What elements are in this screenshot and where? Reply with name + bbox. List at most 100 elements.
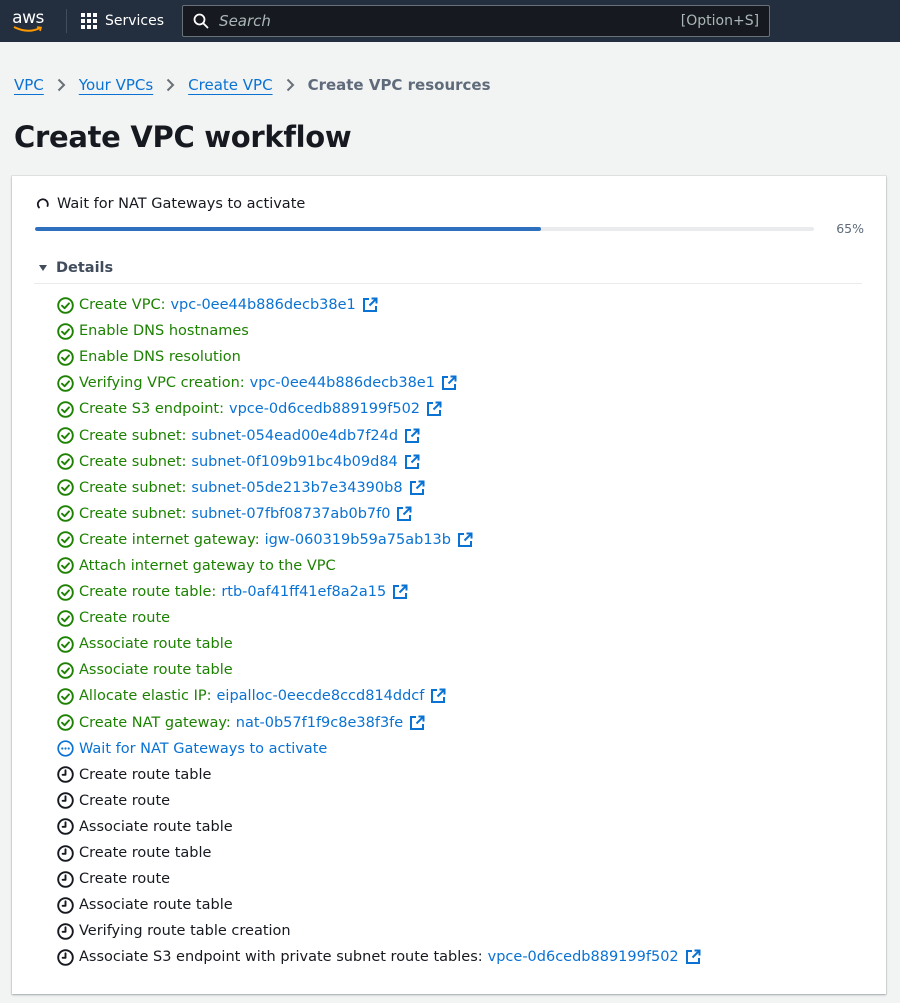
status-success-icon [56,453,74,471]
external-link-icon[interactable] [409,715,425,731]
spinner-icon [36,198,49,209]
workflow-step: Wait for NAT Gateways to activate [56,736,701,762]
workflow-step: Create subnet: subnet-0f109b91bc4b09d84 [56,449,701,475]
workflow-step: Verifying route table creation [56,918,701,944]
resource-id-link[interactable]: vpce-0d6cedb889199f502 [488,949,679,965]
workflow-step: Create NAT gateway: nat-0b57f1f9c8e38f3fe [56,710,701,736]
workflow-step: Attach internet gateway to the VPC [56,553,701,579]
caret-down-icon [39,265,47,271]
resource-id-link[interactable]: vpce-0d6cedb889199f502 [229,401,420,417]
step-label: Create subnet: [79,505,187,522]
status-pending-clock-icon [56,948,74,966]
breadcrumb-link[interactable]: VPC [14,76,44,94]
external-link-icon[interactable] [404,454,420,470]
workflow-step: Create route [56,866,701,892]
external-link-icon[interactable] [457,532,473,548]
resource-id-link[interactable]: subnet-0f109b91bc4b09d84 [191,454,397,470]
workflow-step: Create S3 endpoint: vpce-0d6cedb889199f50… [56,396,701,422]
status-pending-clock-icon [56,766,74,784]
workflow-steps-list: Create VPC: vpc-0ee44b886decb38e1 Enable D… [56,292,701,970]
step-label: Create route table [79,845,212,862]
external-link-icon[interactable] [426,401,442,417]
step-label: Associate route table [79,897,233,914]
nav-divider [66,9,67,33]
resource-id-link[interactable]: vpc-0ee44b886decb38e1 [250,375,435,391]
status-success-icon [56,661,74,679]
step-label: Create S3 endpoint: [79,401,225,418]
step-label: Verifying route table creation [79,923,291,940]
aws-smile-icon [13,25,43,32]
step-label: Associate S3 endpoint with private subne… [79,949,483,966]
status-success-icon [56,296,74,314]
status-success-icon [56,609,74,627]
status-success-icon [56,557,74,575]
resource-id-link[interactable]: igw-060319b59a75ab13b [265,532,451,548]
step-label: Create subnet: [79,453,187,470]
resource-id-link[interactable]: subnet-05de213b7e34390b8 [191,480,402,496]
workflow-step: Associate route table [56,631,701,657]
step-label: Create internet gateway: [79,531,260,548]
details-toggle[interactable]: Details [38,260,113,276]
chevron-right-icon [286,78,295,92]
status-pending-clock-icon [56,792,74,810]
status-in-progress-icon [56,740,74,758]
resource-id-link[interactable]: subnet-07fbf08737ab0b7f0 [191,506,390,522]
step-label: Associate route table [79,818,233,835]
status-success-icon [56,348,74,366]
status-success-icon [56,400,74,418]
search-input[interactable] [219,12,681,30]
status-pending-clock-icon [56,896,74,914]
step-label: Allocate elastic IP: [79,688,212,705]
external-link-icon[interactable] [392,584,408,600]
resource-id-link[interactable]: subnet-054ead00e4db7f24d [191,428,398,444]
external-link-icon[interactable] [441,375,457,391]
aws-logo[interactable]: aws [8,6,48,36]
workflow-step: Create internet gateway: igw-060319b59a75… [56,527,701,553]
external-link-icon[interactable] [430,688,446,704]
external-link-icon[interactable] [404,428,420,444]
status-pending-clock-icon [56,922,74,940]
step-label: Attach internet gateway to the VPC [79,557,336,574]
breadcrumb-link[interactable]: Create VPC [188,76,272,94]
workflow-step: Create subnet: subnet-054ead00e4db7f24d [56,422,701,448]
workflow-step: Enable DNS resolution [56,344,701,370]
workflow-step: Create route [56,605,701,631]
resource-id-link[interactable]: nat-0b57f1f9c8e38f3fe [236,715,403,731]
breadcrumb-link[interactable]: Your VPCs [79,76,153,94]
search-icon [193,13,209,29]
step-label: Create NAT gateway: [79,714,231,731]
status-success-icon [56,583,74,601]
status-pending-clock-icon [56,818,74,836]
external-link-icon[interactable] [396,506,412,522]
workflow-container: Wait for NAT Gateways to activate 65% De… [12,176,886,994]
search-shortcut-hint: [Option+S] [680,13,760,29]
external-link-icon[interactable] [409,480,425,496]
status-success-icon [56,427,74,445]
workflow-step: Create route table: rtb-0af41ff41ef8a2a15 [56,579,701,605]
breadcrumb-current: Create VPC resources [307,76,491,94]
workflow-step: Associate route table [56,892,701,918]
details-divider [34,283,862,284]
resource-id-link[interactable]: vpc-0ee44b886decb38e1 [170,297,355,313]
workflow-step: Verifying VPC creation: vpc-0ee44b886decb… [56,370,701,396]
step-label: Create VPC: [79,297,166,314]
status-success-icon [56,635,74,653]
search-box[interactable]: [Option+S] [182,5,771,37]
step-label: Wait for NAT Gateways to activate [79,740,328,757]
workflow-step: Allocate elastic IP: eipalloc-0eecde8ccd8… [56,683,701,709]
external-link-icon[interactable] [362,297,378,313]
workflow-step: Associate route table [56,657,701,683]
workflow-step: Create subnet: subnet-05de213b7e34390b8 [56,475,701,501]
status-success-icon [56,322,74,340]
workflow-step: Enable DNS hostnames [56,318,701,344]
chevron-right-icon [57,78,66,92]
step-label: Create subnet: [79,427,187,444]
status-success-icon [56,505,74,523]
external-link-icon[interactable] [685,949,701,965]
resource-id-link[interactable]: eipalloc-0eecde8ccd814ddcf [217,688,425,704]
status-success-icon [56,374,74,392]
step-label: Associate route table [79,662,233,679]
progress-percent: 65% [836,221,864,236]
services-menu-button[interactable]: Services [81,13,164,29]
resource-id-link[interactable]: rtb-0af41ff41ef8a2a15 [221,584,386,600]
